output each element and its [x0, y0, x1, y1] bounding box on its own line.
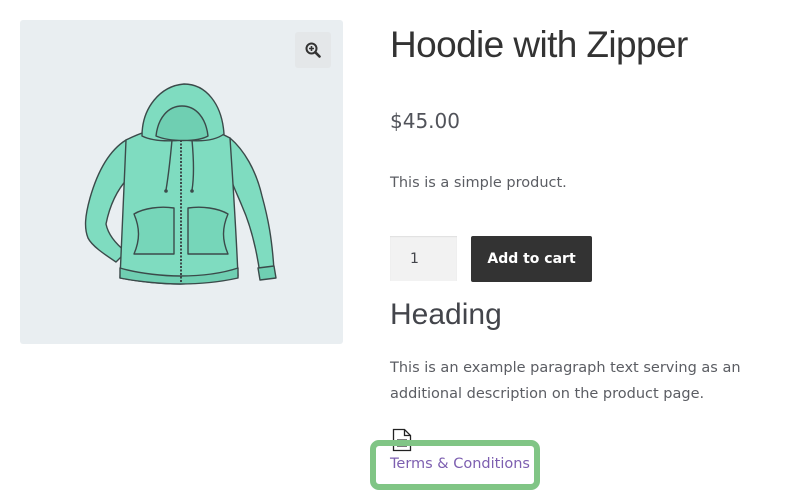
magnifier-zoom-icon: [305, 42, 321, 58]
hoodie-with-zipper-image[interactable]: [80, 78, 285, 293]
product-short-description: This is a simple product.: [390, 175, 567, 191]
description-paragraph: This is an example paragraph text servin…: [390, 360, 741, 402]
zoom-button[interactable]: [295, 32, 331, 68]
product-title: Hoodie with Zipper: [390, 24, 688, 65]
quantity-input[interactable]: [390, 236, 457, 281]
product-price: $45.00: [390, 109, 460, 133]
add-to-cart-button[interactable]: Add to cart: [471, 236, 592, 282]
product-page: Hoodie with Zipper $45.00 This is a simp…: [0, 0, 794, 491]
description-heading: Heading: [390, 298, 502, 331]
terms-and-conditions-link[interactable]: Terms & Conditions: [390, 456, 530, 472]
product-gallery: [20, 20, 343, 344]
